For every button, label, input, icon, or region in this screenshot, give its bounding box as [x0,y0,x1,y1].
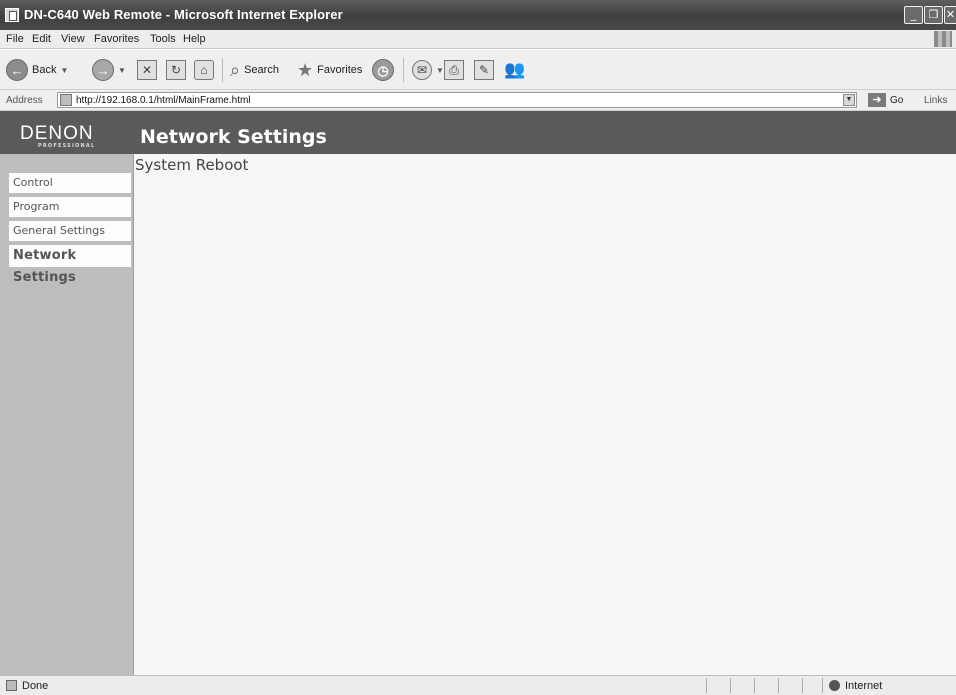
status-divider [730,678,731,693]
print-icon: ⎙ [444,60,464,80]
history-icon: ◷ [372,59,394,81]
page-done-icon [6,680,17,691]
home-button[interactable]: ⌂ [194,56,214,84]
page-header: DENON PROFESSIONAL Network Settings [0,111,956,154]
messenger-icon: 👥 [504,60,526,79]
go-label: Go [890,94,904,106]
stop-icon: ✕ [137,60,157,80]
back-button[interactable]: ← Back ▼ [6,56,68,84]
page-icon [60,94,72,106]
address-bar: Address http://192.168.0.1/html/MainFram… [0,90,956,111]
internet-zone-icon [829,680,840,691]
print-button[interactable]: ⎙ [444,56,464,84]
forward-dropdown-icon[interactable]: ▼ [118,66,126,75]
search-icon: ⌕ [230,59,241,80]
forward-arrow-icon: → [92,59,114,81]
favorites-label: Favorites [317,64,363,76]
back-label: Back [32,64,57,76]
section-heading: System Reboot [135,156,249,174]
menu-favorites[interactable]: Favorites [94,33,139,45]
window-title: DN-C640 Web Remote - Microsoft Internet … [24,7,343,22]
status-text: Done [22,680,49,692]
menu-tools[interactable]: Tools [150,33,176,45]
close-button[interactable]: ✕ [944,6,956,24]
search-label: Search [244,64,279,76]
back-dropdown-icon[interactable]: ▼ [60,66,68,75]
address-input[interactable]: http://192.168.0.1/html/MainFrame.html ▼ [57,92,857,108]
standard-toolbar: ← Back ▼ → ▼ ✕ ↻ ⌂ ⌕ Search ★ Favorites … [0,50,956,90]
denon-logo: DENON [20,123,94,144]
ie-window-icon [5,8,19,22]
favorites-star-icon: ★ [297,59,314,80]
search-button[interactable]: ⌕ Search [230,56,279,84]
sidebar-item-general-settings[interactable]: General Settings [9,221,131,241]
window-title-bar[interactable]: DN-C640 Web Remote - Microsoft Internet … [0,0,956,30]
favorites-button[interactable]: ★ Favorites [297,56,362,84]
status-bar: Done Internet [0,675,956,695]
menu-edit[interactable]: Edit [32,33,51,45]
status-divider [822,678,823,693]
status-divider [802,678,803,693]
toolbar-separator [222,58,223,82]
edit-button[interactable]: ✎ [474,56,494,84]
restore-button[interactable]: ❐ [924,6,943,24]
edit-icon: ✎ [474,60,494,80]
stop-button[interactable]: ✕ [137,56,157,84]
toolbar-separator [403,58,404,82]
web-page: DENON PROFESSIONAL Network Settings Cont… [0,111,956,675]
mail-icon: ✉ [412,60,432,80]
refresh-icon: ↻ [166,60,186,80]
menu-file[interactable]: File [6,33,24,45]
minimize-button[interactable]: _ [904,6,923,24]
mail-button[interactable]: ✉ ▼ [412,56,444,84]
sidebar-nav: Control Program General Settings Network… [0,154,134,675]
sidebar-item-network-settings[interactable]: Network Settings [9,245,131,285]
forward-button[interactable]: → ▼ [92,56,126,84]
address-dropdown-icon[interactable]: ▼ [843,94,855,106]
main-content: System Reboot [135,154,956,675]
menu-help[interactable]: Help [183,33,206,45]
windows-logo-icon [934,31,952,47]
sidebar-item-control[interactable]: Control [9,173,131,193]
sidebar-item-program[interactable]: Program [9,197,131,217]
address-label: Address [6,95,43,106]
status-divider [706,678,707,693]
home-icon: ⌂ [194,60,214,80]
security-zone-text: Internet [845,680,883,692]
menu-view[interactable]: View [61,33,85,45]
back-arrow-icon: ← [6,59,28,81]
go-button[interactable]: ➜ Go [868,93,903,107]
history-button[interactable]: ◷ [372,56,394,84]
address-url: http://192.168.0.1/html/MainFrame.html [76,95,251,106]
page-title: Network Settings [140,126,327,148]
status-divider [778,678,779,693]
denon-logo-subtext: PROFESSIONAL [38,143,96,149]
refresh-button[interactable]: ↻ [166,56,186,84]
links-button[interactable]: Links [924,95,947,106]
go-arrow-icon: ➜ [868,93,886,107]
menu-bar: File Edit View Favorites Tools Help [0,30,956,49]
messenger-button[interactable]: 👥 [504,56,525,84]
mail-dropdown-icon[interactable]: ▼ [436,66,444,75]
status-divider [754,678,755,693]
